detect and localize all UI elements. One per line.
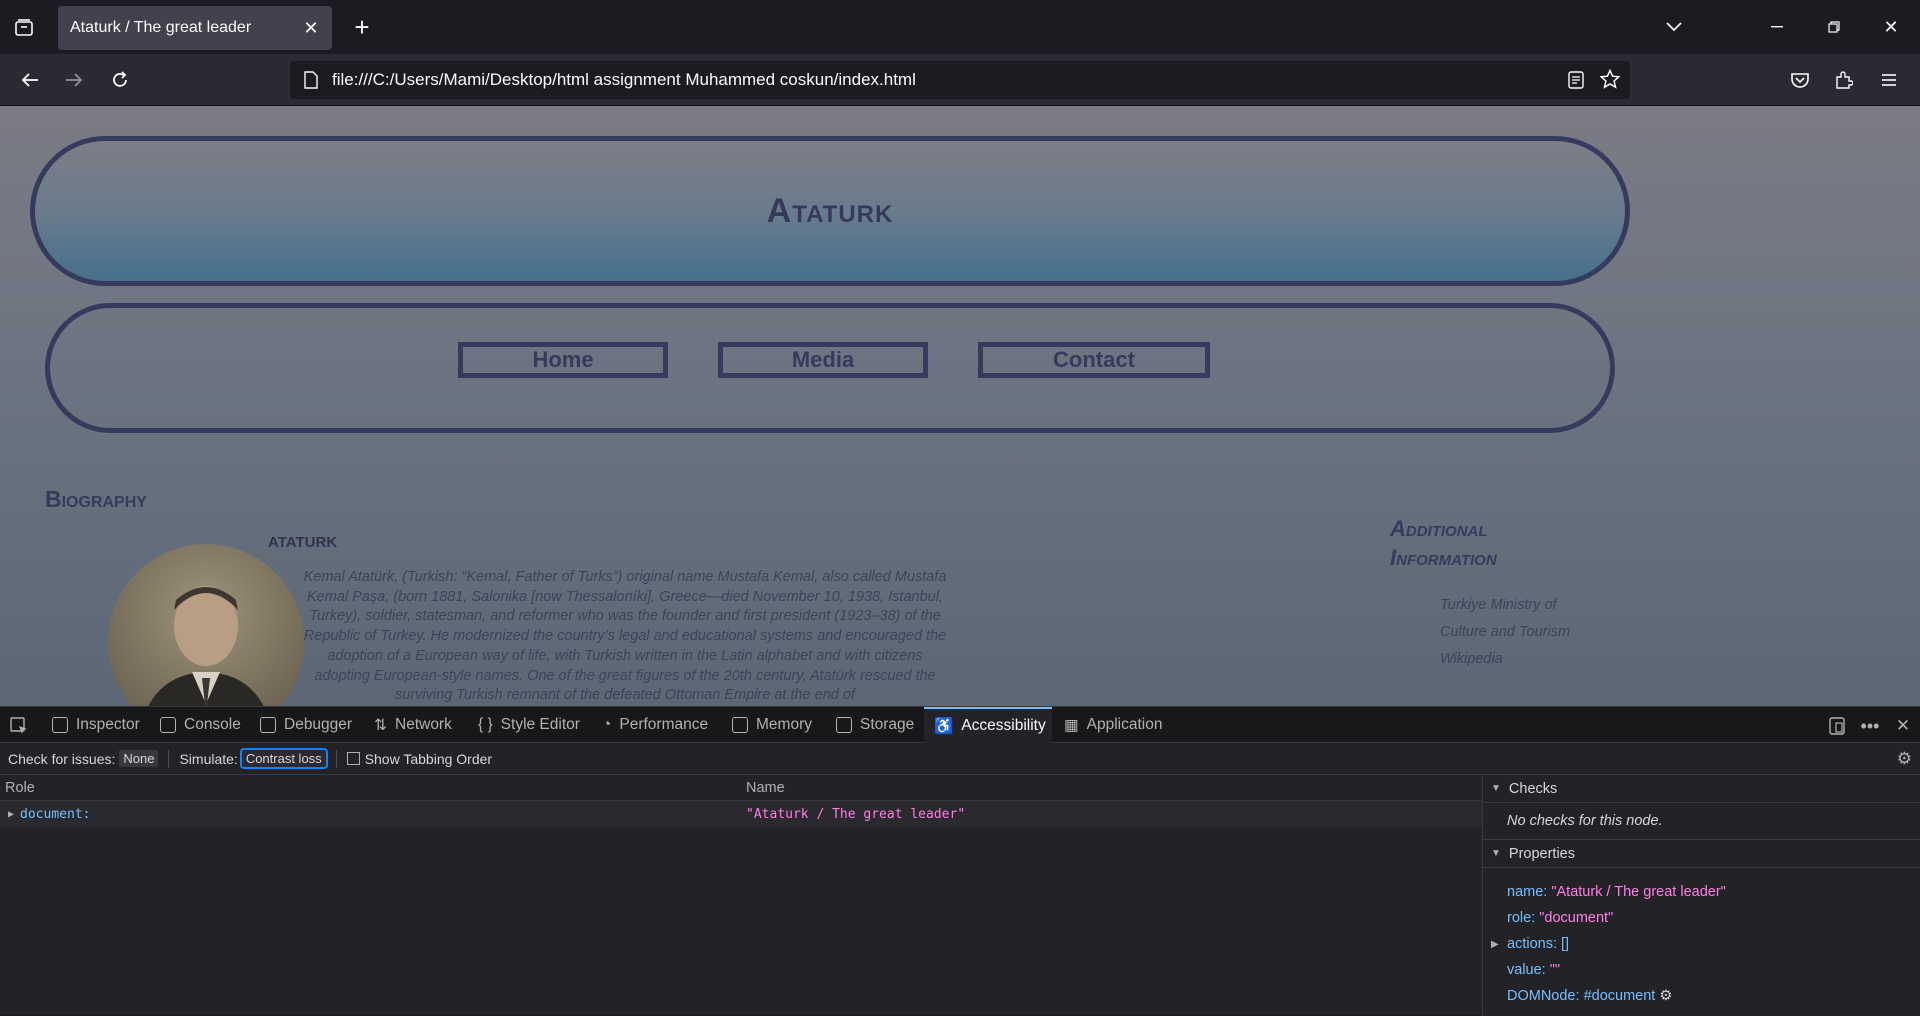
page-viewport: Ataturk Home Media Contact Biography ATA… — [0, 106, 1920, 706]
tab-network[interactable]: ⇅ Network — [374, 707, 452, 743]
url-text: file:///C:/Users/Mami/Desktop/html assig… — [332, 70, 916, 89]
tab-inspector[interactable]: Inspector — [52, 707, 140, 743]
more-options-icon[interactable]: ••• — [1858, 715, 1882, 737]
biography-name: ATATURK — [268, 534, 338, 551]
properties-section-header[interactable]: ▼ Properties — [1483, 840, 1920, 868]
close-devtools-icon[interactable]: ✕ — [1892, 715, 1914, 737]
tab-bar: Ataturk / The great leader ✕ + ✕ — [0, 0, 1920, 54]
row-name: "Ataturk / The great leader" — [746, 806, 966, 822]
tab-performance[interactable]: ◔ Performance — [602, 707, 708, 743]
accessibility-toolbar: Check for issues: None Simulate: Contras… — [0, 743, 1920, 775]
new-tab-icon[interactable]: + — [348, 12, 376, 42]
tree-row-document[interactable]: ▶ document: "Ataturk / The great leader" — [0, 801, 1482, 827]
additional-heading-line-2: Information — [1390, 545, 1497, 570]
close-tab-icon[interactable]: ✕ — [300, 17, 322, 39]
property-role: role: "document" — [1507, 910, 1614, 926]
settings-gear-icon[interactable]: ⚙ — [1897, 749, 1912, 769]
page-nav: Home Media Contact — [45, 303, 1615, 433]
checks-section-header[interactable]: ▼ Checks — [1483, 775, 1920, 803]
minimize-icon[interactable] — [1762, 14, 1792, 40]
expand-actions-icon[interactable]: ▶ — [1491, 939, 1499, 950]
devtools-tabbar: Inspector Console Debugger ⇅ Network { } S… — [0, 707, 1920, 743]
page-title: Ataturk — [766, 191, 894, 230]
page-file-icon — [304, 71, 318, 94]
biography-text: Kemal Atatürk, (Turkish: “Kemal, Father … — [303, 569, 947, 704]
inspector-icon — [52, 717, 68, 733]
property-value: value: "" — [1507, 962, 1561, 978]
tab-console[interactable]: Console — [160, 707, 241, 743]
debugger-icon — [260, 717, 276, 733]
network-icon: ⇅ — [374, 716, 387, 734]
forward-icon[interactable] — [60, 66, 88, 94]
collapse-triangle-icon: ▼ — [1491, 783, 1501, 794]
property-actions[interactable]: ▶ actions: [] — [1491, 936, 1569, 952]
link-ministry-line-1[interactable]: Turkiye Ministry of — [1440, 592, 1570, 619]
property-name: name: "Ataturk / The great leader" — [1507, 884, 1726, 900]
tab-storage[interactable]: Storage — [836, 707, 914, 743]
tab-application[interactable]: ▦ Application — [1064, 707, 1162, 743]
expand-triangle-icon[interactable]: ▶ — [8, 809, 14, 820]
extensions-icon[interactable] — [1830, 66, 1858, 94]
simulate-label: Simulate: — [179, 750, 238, 767]
toolbar-divider-2 — [335, 749, 337, 768]
tab-active[interactable]: Ataturk / The great leader ✕ — [58, 6, 332, 50]
console-icon — [160, 717, 176, 733]
page-header: Ataturk — [30, 136, 1630, 286]
tab-memory[interactable]: Memory — [732, 707, 812, 743]
performance-icon: ◔ — [602, 716, 612, 733]
additional-information-heading: Additional Information — [1390, 514, 1497, 572]
additional-heading-line-1: Additional — [1390, 516, 1488, 541]
tab-title: Ataturk / The great leader — [70, 19, 252, 36]
additional-links: Turkiye Ministry of Culture and Tourism … — [1440, 592, 1570, 673]
sidebar-panel: ▼ Checks No checks for this node. ▼ Prop… — [1482, 775, 1920, 1016]
pocket-icon[interactable] — [1786, 66, 1814, 94]
tab-accessibility[interactable]: ♿ Accessibility — [924, 707, 1052, 743]
navigation-bar: file:///C:/Users/Mami/Desktop/html assig… — [0, 54, 1920, 106]
back-icon[interactable] — [16, 66, 44, 94]
check-issues-label: Check for issues: — [8, 750, 116, 767]
nav-home-link[interactable]: Home — [458, 342, 668, 378]
firefox-view-icon[interactable] — [10, 14, 38, 42]
tab-list-chevron-icon[interactable] — [1660, 14, 1688, 40]
domnode-target-icon[interactable]: ⚙ — [1659, 988, 1672, 1004]
collapse-triangle-icon-2: ▼ — [1491, 848, 1501, 859]
accessibility-icon: ♿ — [934, 717, 954, 735]
bookmark-star-icon[interactable] — [1599, 68, 1621, 94]
style-editor-icon: { } — [478, 716, 493, 733]
reader-view-icon[interactable] — [1568, 71, 1584, 94]
tabbing-order-label: Show Tabbing Order — [364, 750, 493, 767]
responsive-mode-icon[interactable] — [1826, 715, 1848, 737]
ataturk-portrait — [108, 544, 304, 706]
restore-icon[interactable] — [1819, 14, 1849, 40]
close-window-icon[interactable]: ✕ — [1876, 14, 1906, 40]
tabbing-order-checkbox[interactable] — [346, 752, 360, 765]
check-issues-select[interactable]: None — [119, 750, 159, 767]
nav-contact-link[interactable]: Contact — [978, 342, 1210, 378]
link-ministry-line-2[interactable]: Culture and Tourism — [1440, 619, 1570, 646]
toolbar-divider — [168, 749, 170, 768]
devtools-panel: Inspector Console Debugger ⇅ Network { } S… — [0, 706, 1920, 1016]
biography-heading: Biography — [45, 486, 147, 512]
checks-empty-text: No checks for this node. — [1483, 803, 1920, 840]
property-domnode[interactable]: DOMNode: #document ⚙ — [1507, 988, 1672, 1004]
simulate-select[interactable]: Contrast loss — [239, 748, 328, 769]
column-header-role: Role — [5, 780, 35, 796]
application-icon: ▦ — [1064, 716, 1079, 734]
menu-icon[interactable] — [1875, 66, 1903, 94]
reload-icon[interactable] — [106, 66, 134, 94]
memory-icon — [732, 717, 748, 733]
column-header-name: Name — [746, 780, 785, 796]
link-wikipedia[interactable]: Wikipedia — [1440, 646, 1570, 673]
storage-icon — [836, 717, 852, 733]
url-bar[interactable]: file:///C:/Users/Mami/Desktop/html assig… — [290, 61, 1630, 99]
element-picker-icon[interactable] — [8, 715, 30, 737]
tab-style-editor[interactable]: { } Style Editor — [478, 707, 580, 743]
nav-media-link[interactable]: Media — [718, 342, 928, 378]
tab-debugger[interactable]: Debugger — [260, 707, 352, 743]
row-role: document: — [20, 806, 91, 822]
